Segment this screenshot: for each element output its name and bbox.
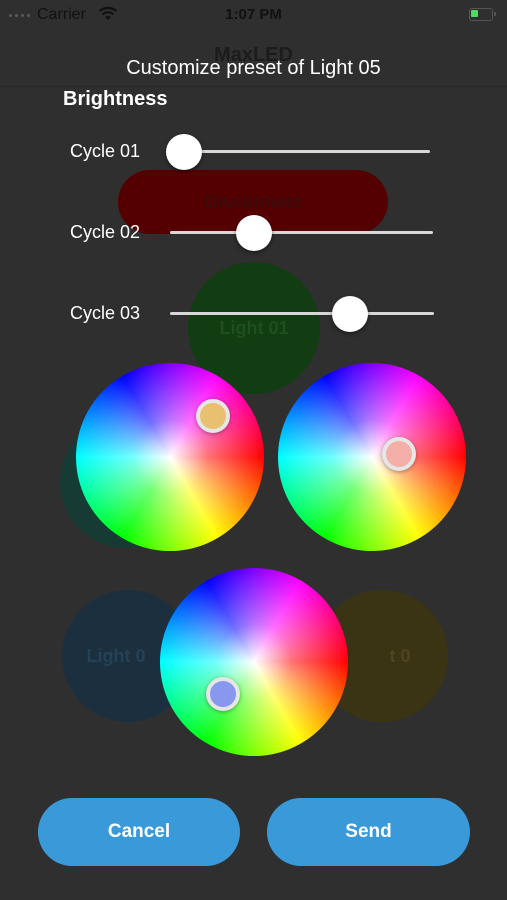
cancel-button[interactable]: Cancel	[38, 798, 240, 866]
slider-thumb[interactable]	[331, 296, 368, 332]
cycle-01-label: Cycle 01	[70, 141, 141, 161]
color-picker-handle[interactable]	[206, 677, 240, 711]
slider-track	[168, 150, 430, 153]
cycle-03-slider[interactable]	[170, 296, 434, 332]
color-picker-handle[interactable]	[382, 437, 416, 471]
slider-thumb[interactable]	[165, 134, 202, 170]
color-wheel-cycle-03[interactable]	[160, 568, 348, 756]
send-button[interactable]: Send	[267, 798, 470, 866]
cycle-02-label: Cycle 02	[70, 222, 141, 242]
color-wheel-cycle-01[interactable]	[76, 363, 264, 551]
cycle-01-slider[interactable]	[165, 134, 430, 170]
cycle-02-slider[interactable]	[170, 215, 433, 251]
nav-divider	[0, 86, 507, 87]
light-bottom-left-label: Light 0	[86, 645, 146, 666]
slider-track	[170, 231, 433, 234]
brightness-label: Brightness	[63, 88, 168, 110]
light-bottom-right-label: t 0	[389, 645, 411, 666]
color-wheel-cycle-02[interactable]	[278, 363, 466, 551]
modal-title: Customize preset of Light 05	[126, 57, 381, 79]
cycle-03-label: Cycle 03	[70, 303, 141, 323]
slider-track	[170, 312, 434, 315]
color-picker-handle[interactable]	[196, 399, 230, 433]
slider-thumb[interactable]	[236, 215, 273, 251]
